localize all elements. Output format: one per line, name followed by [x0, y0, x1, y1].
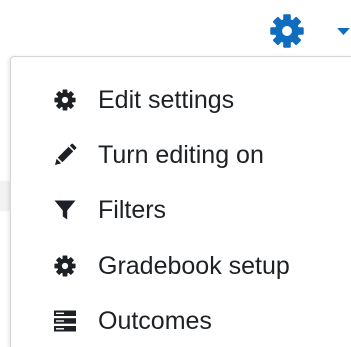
filter-icon	[54, 200, 76, 220]
menu-item-label: Filters	[98, 196, 167, 224]
pencil-icon	[55, 143, 77, 165]
menu-item-filters[interactable]: Filters	[11, 185, 351, 235]
menu-item-gradebook-setup[interactable]: Gradebook setup	[11, 241, 351, 291]
menu-item-outcomes[interactable]: Outcomes	[11, 296, 351, 346]
settings-dropdown-menu: Edit settings Turn editing on Filters Gr…	[10, 56, 351, 347]
caret-down-icon	[337, 28, 350, 35]
menu-item-label: Turn editing on	[98, 141, 264, 169]
menu-item-label: Edit settings	[98, 86, 235, 114]
gear-icon	[54, 255, 76, 277]
menu-item-label: Outcomes	[98, 307, 212, 335]
gear-icon	[270, 14, 304, 48]
menu-item-turn-editing-on[interactable]: Turn editing on	[11, 130, 351, 180]
gear-icon	[54, 89, 76, 111]
menu-item-edit-settings[interactable]: Edit settings	[11, 75, 351, 125]
settings-menu-toggle[interactable]	[268, 8, 351, 52]
outcomes-icon	[54, 310, 76, 332]
menu-item-label: Gradebook setup	[98, 252, 290, 280]
